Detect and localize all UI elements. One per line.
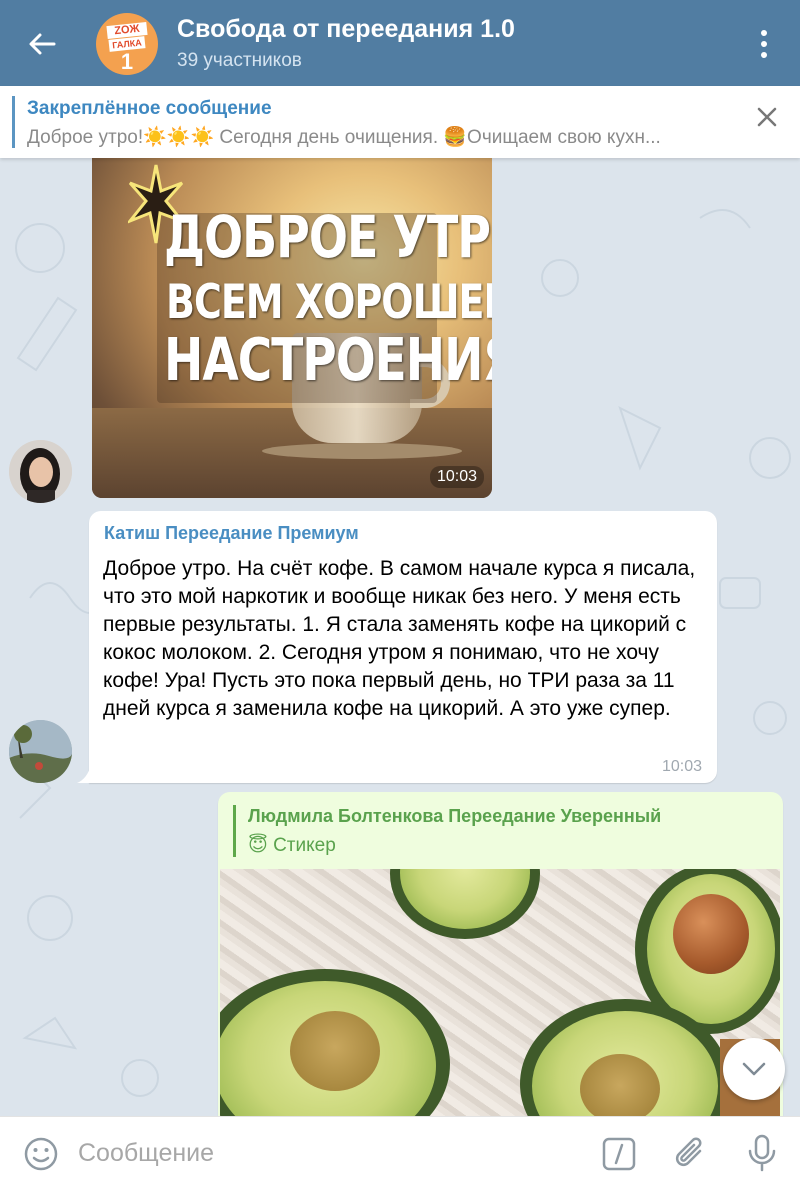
reply-preview: 😇 Стикер <box>248 835 336 856</box>
avatar[interactable] <box>9 440 72 503</box>
user-avatar-photo <box>9 720 72 783</box>
pinned-title: Закреплённое сообщение <box>27 98 272 119</box>
microphone-icon[interactable] <box>744 1133 780 1173</box>
chat-header: ZOЖ ГАЛКА 1 Свобода от переедания 1.0 39… <box>0 0 800 86</box>
more-options-button[interactable] <box>744 22 784 66</box>
pinned-indicator <box>12 96 15 148</box>
sender-name[interactable]: Катиш Переедание Премиум <box>104 523 359 544</box>
back-arrow-icon <box>29 33 56 55</box>
photo-text-line2: ВСЕМ ХОРОШЕГО <box>166 274 492 329</box>
avocado-photo[interactable] <box>220 869 780 1129</box>
pinned-preview: Доброе утро!☀️☀️☀️ Сегодня день очищения… <box>27 127 661 148</box>
user-avatar-photo <box>9 440 72 503</box>
back-button[interactable] <box>18 20 66 68</box>
reply-indicator <box>233 805 236 857</box>
chat-title[interactable]: Свобода от переедания 1.0 <box>177 15 515 44</box>
photo-text-line1: ДОБРОЕ УТРО! <box>164 203 492 271</box>
reply-sender-name[interactable]: Людмила Болтенкова Переедание Уверенный <box>248 806 661 827</box>
more-vertical-icon <box>761 30 767 36</box>
message-text: Доброе утро. На счёт кофе. В самом начал… <box>103 557 696 720</box>
photo-text-line3: НАСТРОЕНИЯ <box>164 326 492 395</box>
message-composer <box>0 1116 800 1189</box>
members-count: 39 участников <box>177 50 302 71</box>
avatar[interactable] <box>9 720 72 783</box>
photo-message[interactable]: ДОБРОЕ УТРО! ВСЕМ ХОРОШЕГО НАСТРОЕНИЯ <box>92 158 492 498</box>
avatar-logo-number: 1 <box>120 49 134 74</box>
close-icon[interactable] <box>756 106 778 128</box>
scroll-down-button[interactable] <box>723 1038 785 1100</box>
group-avatar[interactable]: ZOЖ ГАЛКА 1 <box>96 13 158 75</box>
chevron-down-icon <box>742 1062 766 1076</box>
photo-timestamp: 10:03 <box>430 466 485 488</box>
bot-command-icon[interactable] <box>602 1137 636 1171</box>
pinned-message-bar[interactable]: Закреплённое сообщение Доброе утро!☀️☀️☀… <box>0 86 800 158</box>
paperclip-icon[interactable] <box>672 1135 710 1173</box>
message-timestamp: 10:03 <box>662 758 703 775</box>
message-input[interactable] <box>78 1135 578 1171</box>
emoji-icon[interactable] <box>22 1135 60 1173</box>
